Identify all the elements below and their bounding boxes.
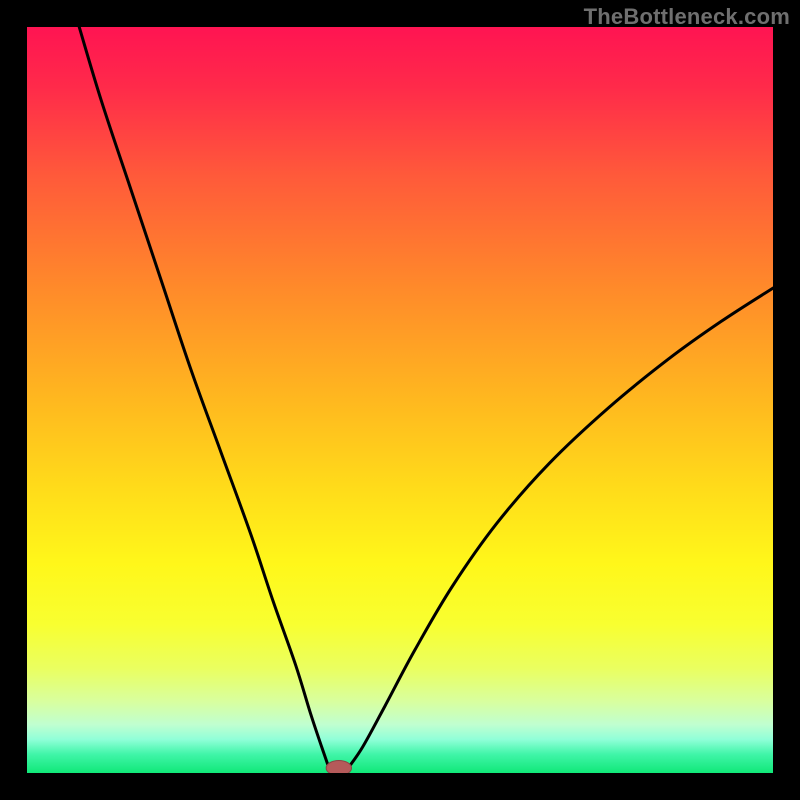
plot-area	[27, 27, 773, 773]
min-marker	[326, 761, 351, 773]
chart-svg	[27, 27, 773, 773]
outer-frame: TheBottleneck.com	[0, 0, 800, 800]
gradient-background	[27, 27, 773, 773]
